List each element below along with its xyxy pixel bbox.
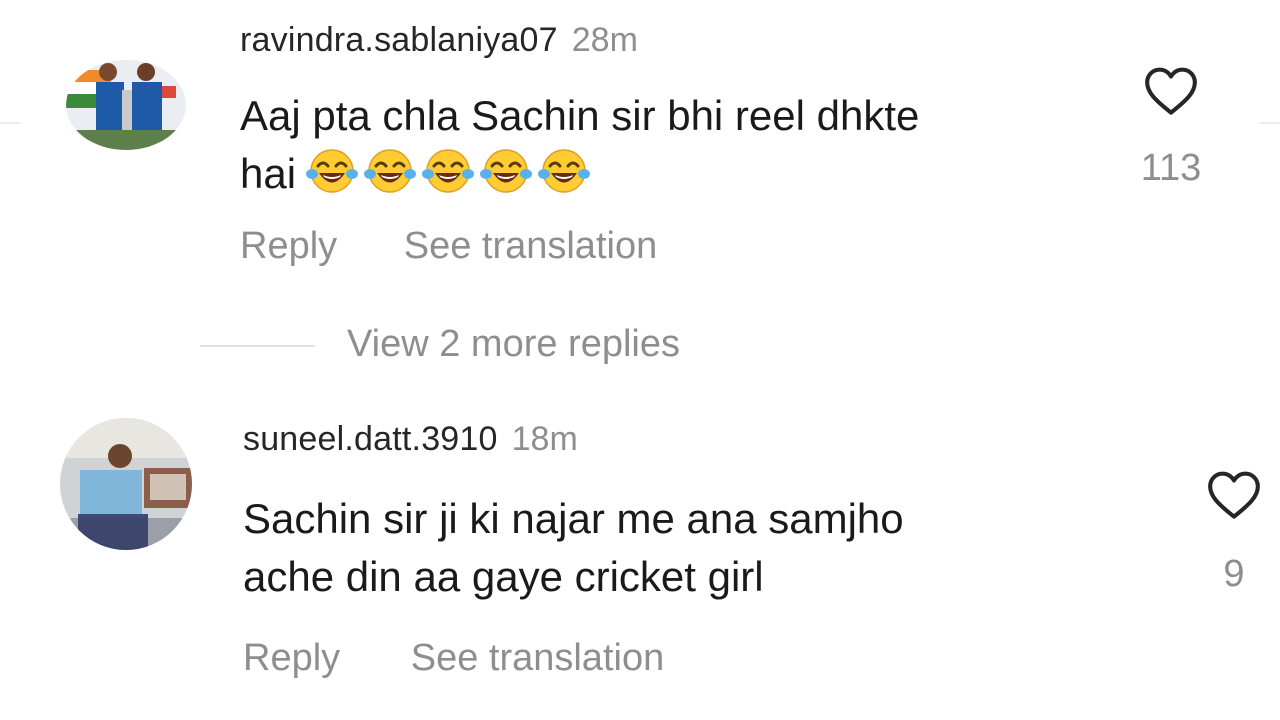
username[interactable]: ravindra.sablaniya07 [240,21,558,59]
see-translation-button[interactable]: See translation [411,637,665,679]
tears-of-joy-icon [306,146,359,196]
comment-text-line: hai [240,145,919,211]
view-more-replies[interactable]: View 2 more replies [200,322,680,366]
username[interactable]: suneel.datt.3910 [243,420,498,458]
avatar[interactable] [66,60,186,150]
tears-of-joy-icon [538,146,591,196]
view-more-replies-label: View 2 more replies [347,323,681,365]
comment-header: suneel.datt.3910 18m [243,419,578,459]
edge-divider-left [0,122,20,124]
emoji-row [306,146,596,211]
like-count: 9 [1223,553,1245,595]
comment-text-line: Sachin sir ji ki najar me ana samjho [243,495,904,542]
comment-header: ravindra.sablaniya07 28m [240,20,638,60]
tears-of-joy-icon [364,146,417,196]
comment-text-line: Aaj pta chla Sachin sir bhi reel dhkte [240,92,920,139]
comment-text: Sachin sir ji ki najar me ana samjho ach… [243,490,904,606]
tears-of-joy-icon [422,146,475,196]
avatar-image [60,418,192,550]
comment-actions: Reply See translation [243,636,664,680]
see-translation-button[interactable]: See translation [404,225,658,267]
comment-text: Aaj pta chla Sachin sir bhi reel dhkte h… [240,87,919,211]
reply-button[interactable]: Reply [243,637,340,679]
like-control: 9 [1189,470,1279,596]
timestamp: 18m [511,420,578,458]
avatar[interactable] [60,418,192,550]
reply-button[interactable]: Reply [240,225,337,267]
comment-text-line: ache din aa gaye cricket girl [243,553,764,600]
heart-icon[interactable] [1205,470,1263,520]
tears-of-joy-icon [480,146,533,196]
comment-text-fragment: hai [240,150,297,197]
timestamp: 28m [571,21,638,59]
avatar-image [66,60,186,150]
comment-actions: Reply See translation [240,224,657,268]
like-control: 113 [1126,66,1216,190]
like-count: 113 [1140,147,1202,189]
divider [200,344,315,347]
heart-icon[interactable] [1143,66,1199,116]
edge-divider-right [1260,122,1280,124]
